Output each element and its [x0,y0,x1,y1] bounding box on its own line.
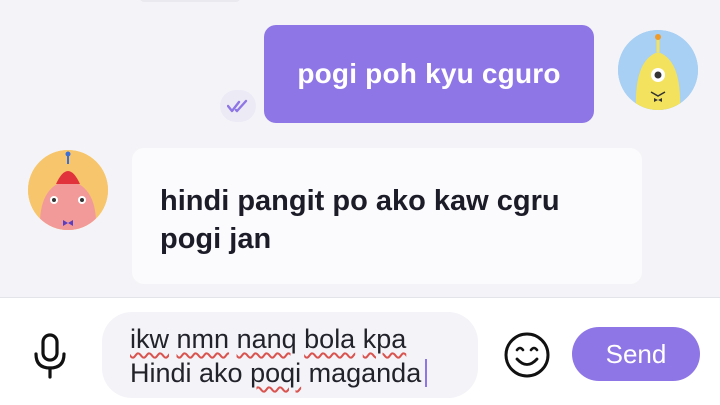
spellcheck-word[interactable]: kpa [363,324,407,354]
spellcheck-word[interactable]: bola [304,324,355,354]
text-cursor [425,359,428,387]
outgoing-message-bubble[interactable]: pogi poh kyu cguro [264,25,594,123]
input-text: Hindi ako [130,358,251,388]
spellcheck-word[interactable]: nmn [177,324,230,354]
spellcheck-word[interactable]: poqi [250,358,301,388]
chat-area: pogi poh kyu cguro hindi pangit po ako k… [0,0,720,297]
spellcheck-word[interactable]: nanq [237,324,297,354]
microphone-icon[interactable] [30,332,70,380]
double-check-icon [220,90,256,122]
incoming-message-line-2: pogi jan [160,223,272,255]
message-input[interactable]: ikw nmn nanq bola kpa Hindi ako poqi mag… [102,312,478,398]
input-line-2: Hindi ako poqi maganda [130,356,458,390]
previous-message-edge [140,0,240,2]
outgoing-message-text: pogi poh kyu cguro [297,58,561,89]
input-text: maganda [301,358,422,388]
input-line-1: ikw nmn nanq bola kpa [130,322,458,356]
smile-icon[interactable] [502,330,552,380]
incoming-message-bubble[interactable]: hindi pangit po ako kaw cgru pogi jan [132,148,642,284]
incoming-message-line-1: hindi pangit po ako kaw cgru [160,185,560,217]
my-avatar[interactable] [618,30,698,110]
contact-avatar[interactable] [28,150,108,230]
spellcheck-word[interactable]: ikw [130,324,169,354]
send-button[interactable]: Send [572,327,700,381]
